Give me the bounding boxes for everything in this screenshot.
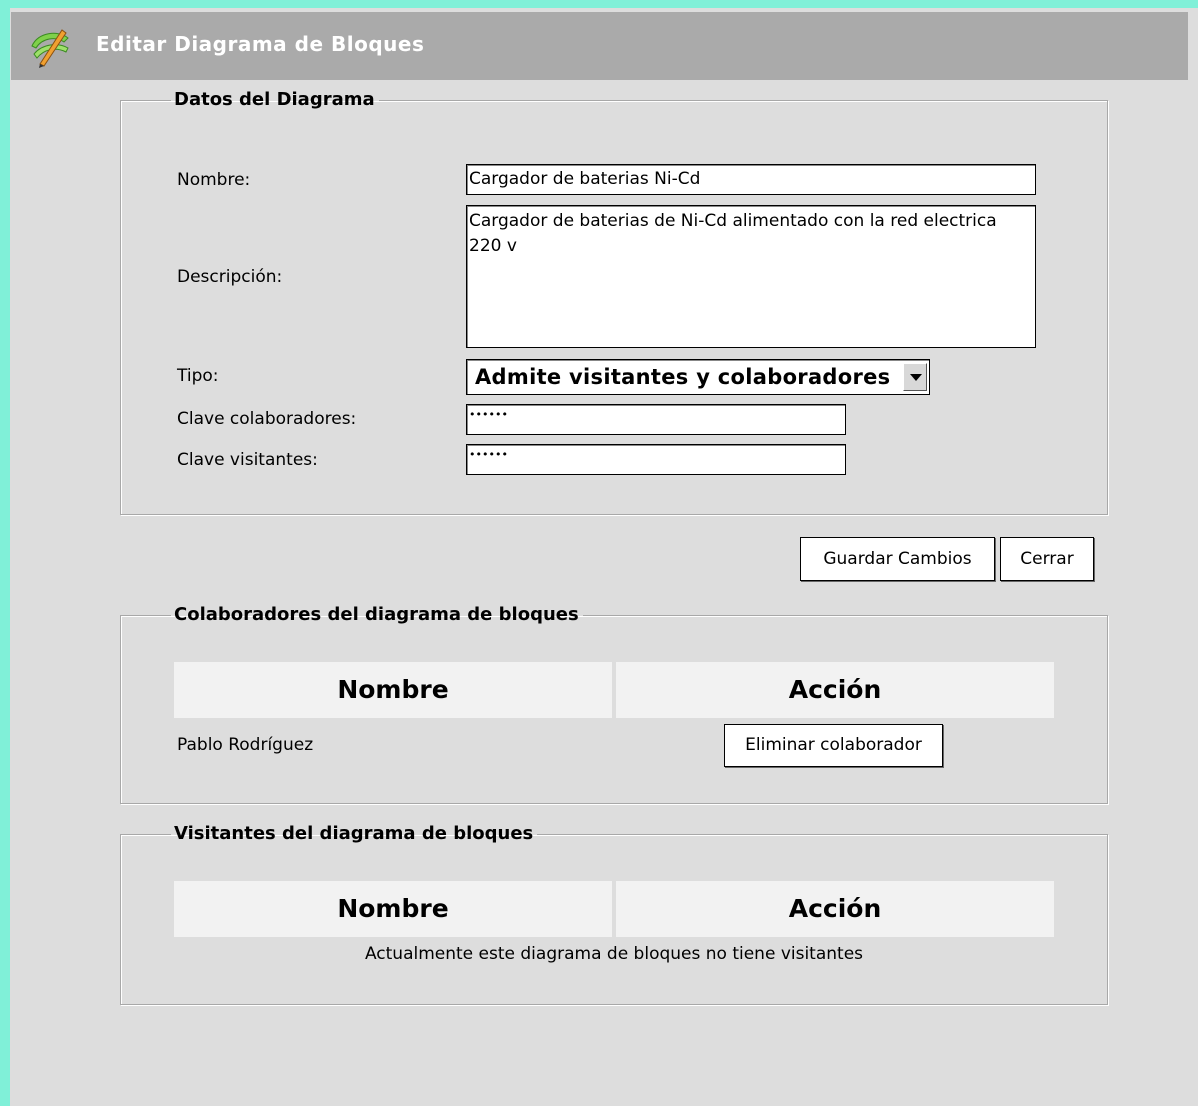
eliminar-colaborador-button[interactable]: Eliminar colaborador xyxy=(724,724,943,767)
pencil-ruler-icon xyxy=(31,29,69,68)
clave-colaboradores-label: Clave colaboradores: xyxy=(177,409,357,429)
descripcion-textarea[interactable]: Cargador de baterias de Ni-Cd alimentado… xyxy=(466,205,1036,348)
colaborador-nombre: Pablo Rodríguez xyxy=(177,735,314,755)
datos-legend: Datos del Diagrama xyxy=(174,89,375,110)
colaboradores-legend: Colaboradores del diagrama de bloques xyxy=(174,604,579,625)
nombre-input[interactable]: Cargador de baterias Ni-Cd xyxy=(466,164,1036,195)
tipo-selected-value: Admite visitantes y colaboradores xyxy=(475,365,891,389)
visitantes-legend: Visitantes del diagrama de bloques xyxy=(174,823,534,844)
visitantes-empty-message: Actualmente este diagrama de bloques no … xyxy=(364,944,864,964)
clave-colaboradores-input[interactable]: •••••• xyxy=(466,404,846,435)
cerrar-button[interactable]: Cerrar xyxy=(1000,537,1094,581)
guardar-cambios-button[interactable]: Guardar Cambios xyxy=(800,537,995,581)
colaboradores-header-nombre: Nombre xyxy=(174,662,612,718)
clave-visitantes-input[interactable]: •••••• xyxy=(466,444,846,475)
colaboradores-header-accion: Acción xyxy=(616,662,1054,718)
tipo-label: Tipo: xyxy=(177,366,219,386)
clave-visitantes-label: Clave visitantes: xyxy=(177,450,318,470)
descripcion-label: Descripción: xyxy=(177,267,283,287)
visitantes-header-accion: Acción xyxy=(616,881,1054,937)
tipo-select[interactable]: Admite visitantes y colaboradores xyxy=(466,359,930,395)
dropdown-arrow-icon[interactable] xyxy=(903,363,927,391)
visitantes-header-nombre: Nombre xyxy=(174,881,612,937)
nombre-label: Nombre: xyxy=(177,170,251,190)
title-bar: Editar Diagrama de Bloques xyxy=(11,12,1188,80)
window-title: Editar Diagrama de Bloques xyxy=(96,32,425,56)
